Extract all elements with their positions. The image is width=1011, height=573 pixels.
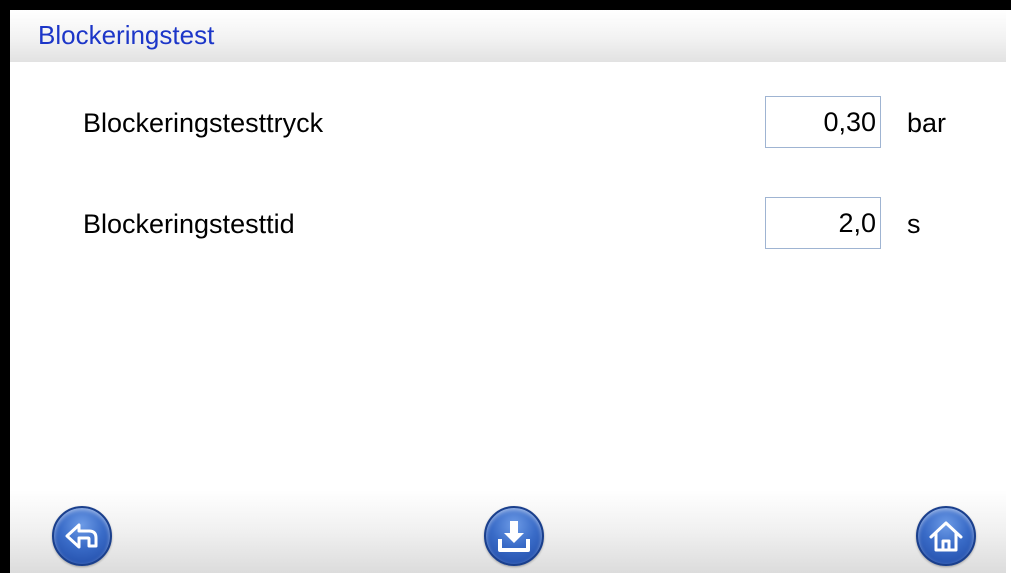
page-title: Blockeringstest — [38, 20, 215, 50]
pressure-value-field[interactable]: 0,30 — [765, 96, 881, 148]
param-row-pressure: Blockeringstesttryck 0,30 bar — [10, 96, 1006, 152]
param-row-time: Blockeringstesttid 2,0 s — [10, 197, 1006, 253]
frame-top-border — [0, 0, 1011, 10]
time-value-field[interactable]: 2,0 — [765, 197, 881, 249]
download-icon — [498, 521, 530, 552]
screen: Blockeringstest Blockeringstesttryck 0,3… — [0, 0, 1011, 573]
param-label: Blockeringstesttryck — [83, 108, 324, 138]
title-bar: Blockeringstest — [10, 10, 1006, 62]
param-unit: bar — [907, 108, 947, 138]
param-label: Blockeringstesttid — [83, 209, 295, 239]
home-button[interactable] — [916, 506, 976, 566]
save-button[interactable] — [484, 506, 544, 566]
frame-left-border — [0, 0, 10, 573]
param-unit: s — [907, 209, 921, 239]
home-icon — [929, 521, 963, 552]
bottom-toolbar — [10, 490, 1006, 573]
back-arrow-icon — [65, 523, 98, 549]
back-button[interactable] — [52, 506, 112, 566]
